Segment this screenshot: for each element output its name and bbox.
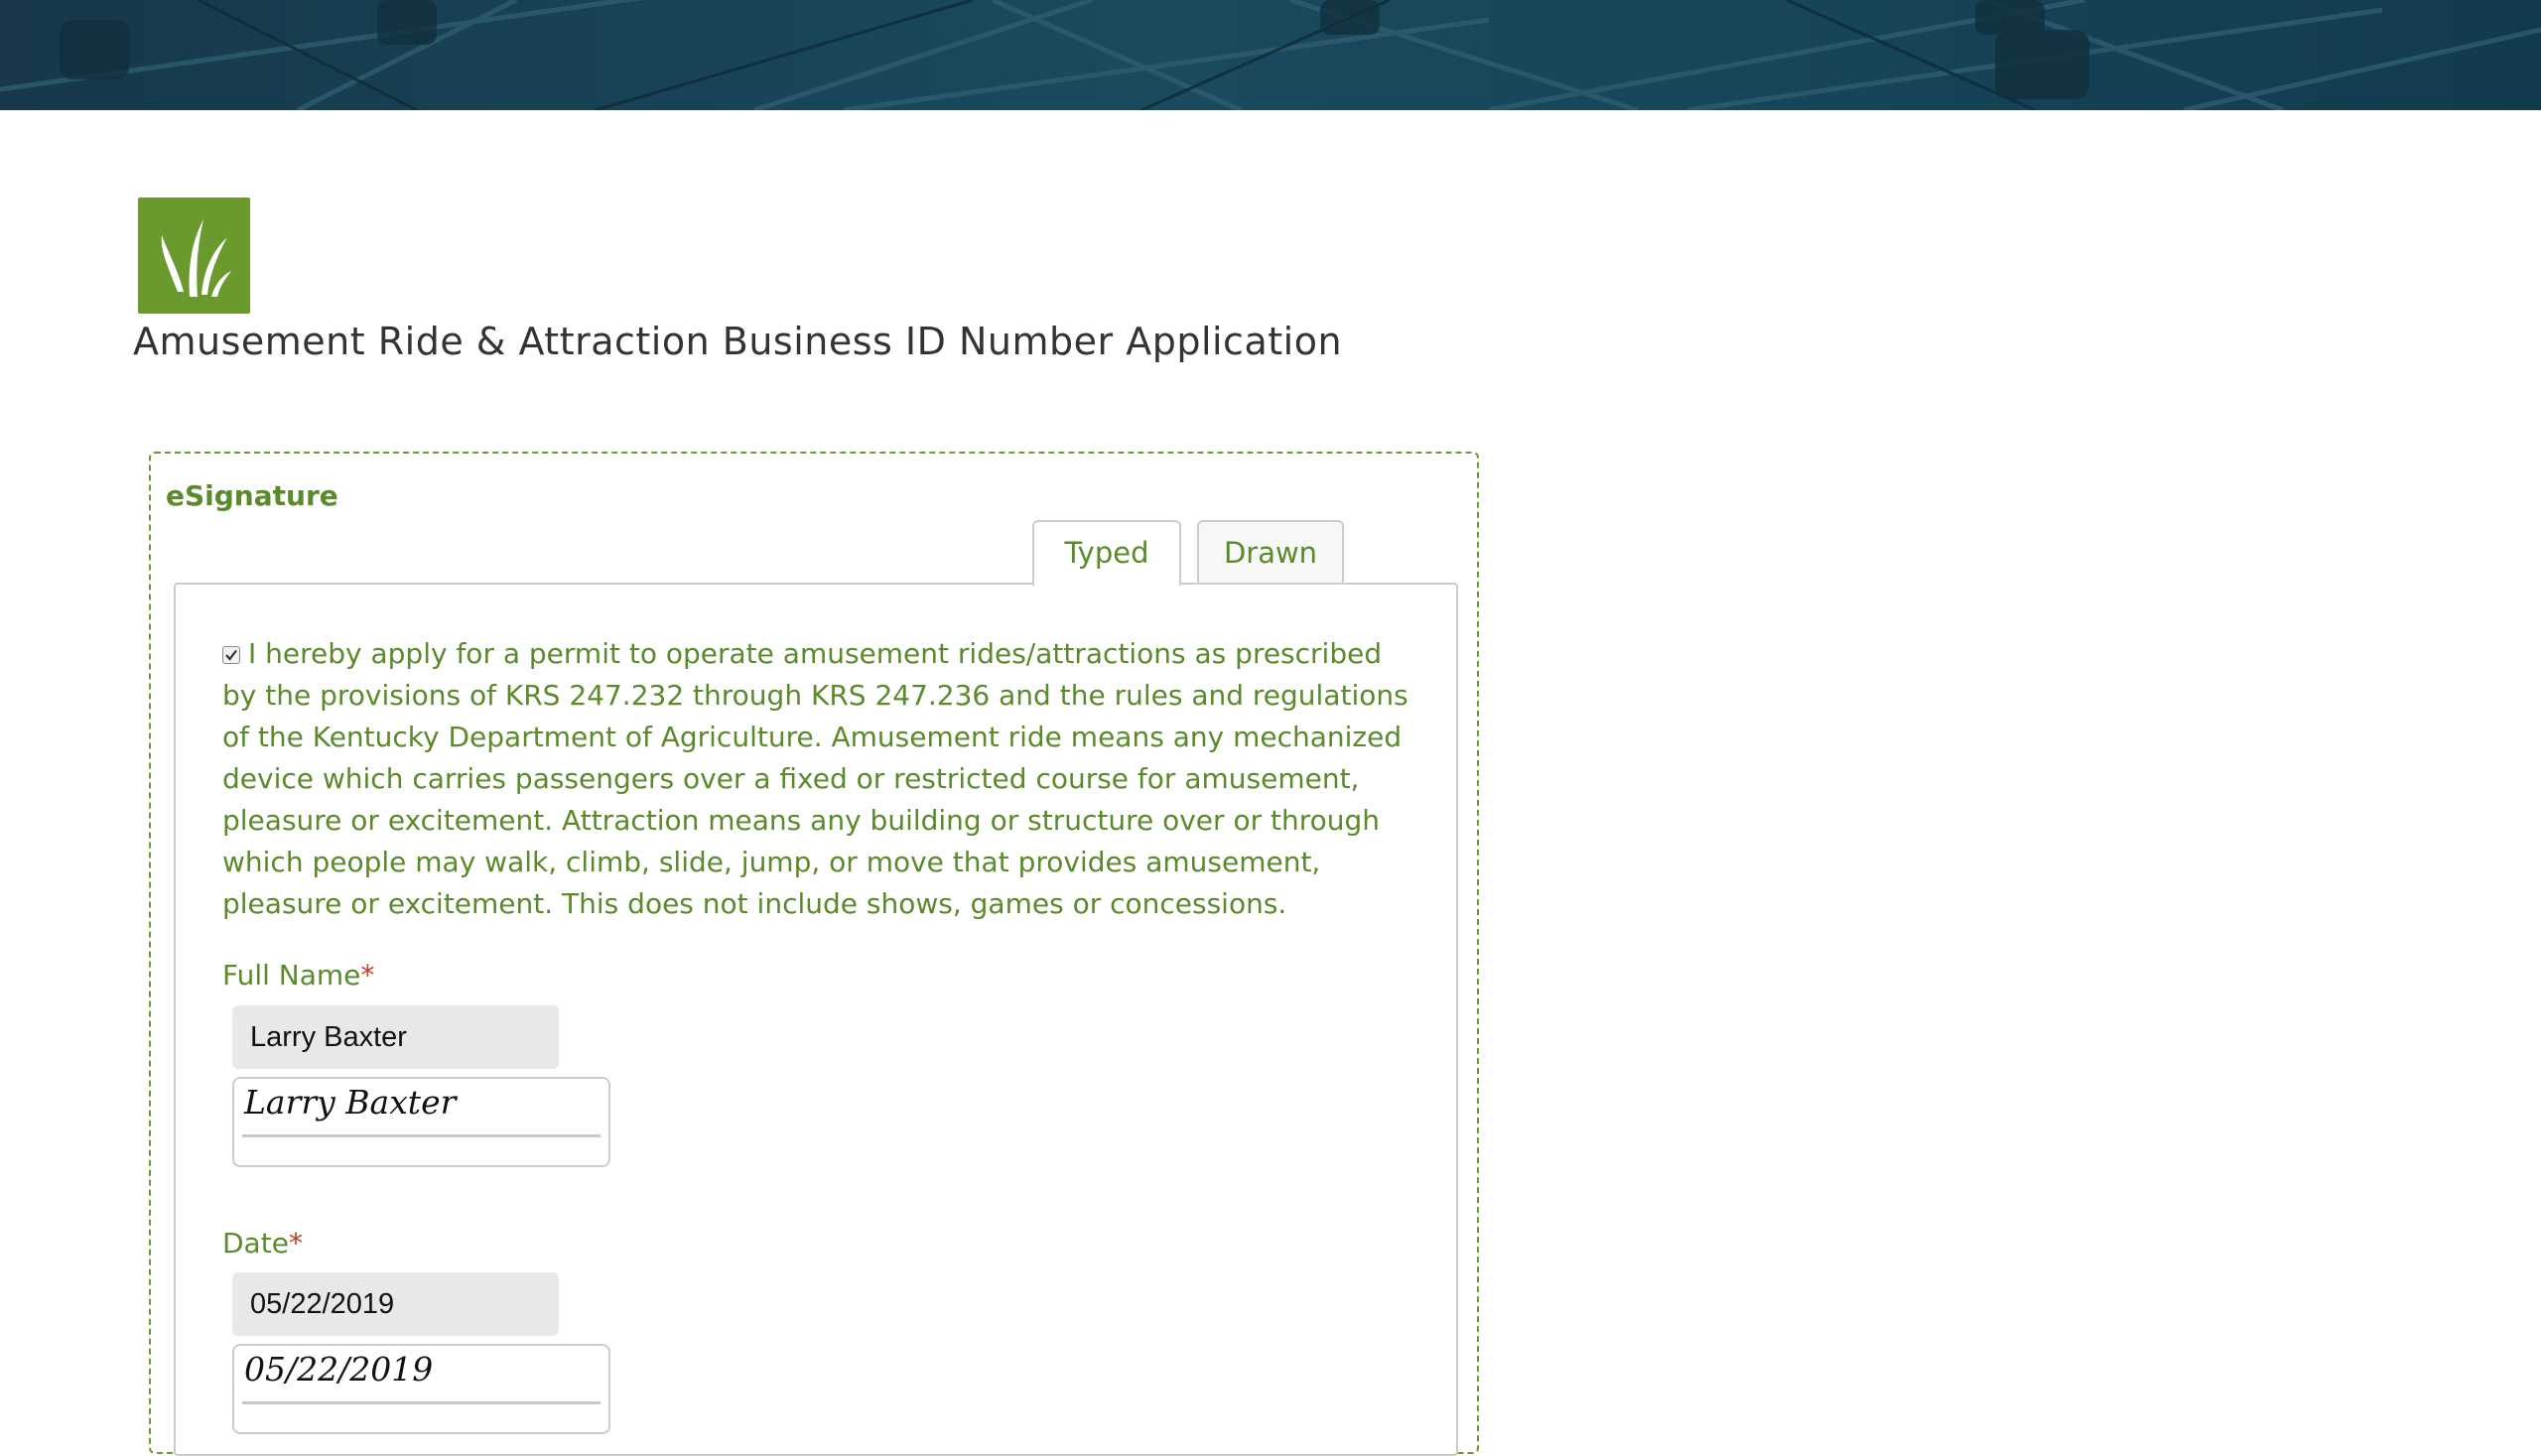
agriculture-logo	[138, 198, 250, 314]
required-marker: *	[288, 1227, 303, 1259]
full-name-label: Full Name*	[222, 959, 374, 992]
ferris-wheel-banner-image	[0, 0, 2541, 110]
page-title: Amusement Ride & Attraction Business ID …	[133, 320, 1343, 363]
required-marker: *	[360, 959, 375, 992]
full-name-label-text: Full Name	[222, 959, 361, 992]
date-signature-text: 05/22/2019	[244, 1350, 434, 1389]
date-signature-box: 05/22/2019	[232, 1344, 610, 1434]
full-name-signature-box: Larry Baxter	[232, 1077, 610, 1167]
date-input[interactable]	[232, 1272, 559, 1336]
signature-line	[242, 1401, 601, 1404]
consent-statement: I hereby apply for a permit to operate a…	[222, 637, 1408, 920]
grass-blades-icon	[161, 219, 231, 297]
full-name-signature-text: Larry Baxter	[244, 1083, 457, 1122]
full-name-input[interactable]	[232, 1005, 559, 1069]
esignature-legend: eSignature	[166, 479, 338, 512]
tab-typed[interactable]: Typed	[1032, 520, 1181, 586]
tab-drawn[interactable]: Drawn	[1197, 520, 1344, 584]
signature-line	[242, 1134, 601, 1137]
header-banner	[0, 0, 2541, 110]
date-label: Date*	[222, 1227, 303, 1259]
date-label-text: Date	[222, 1227, 289, 1259]
